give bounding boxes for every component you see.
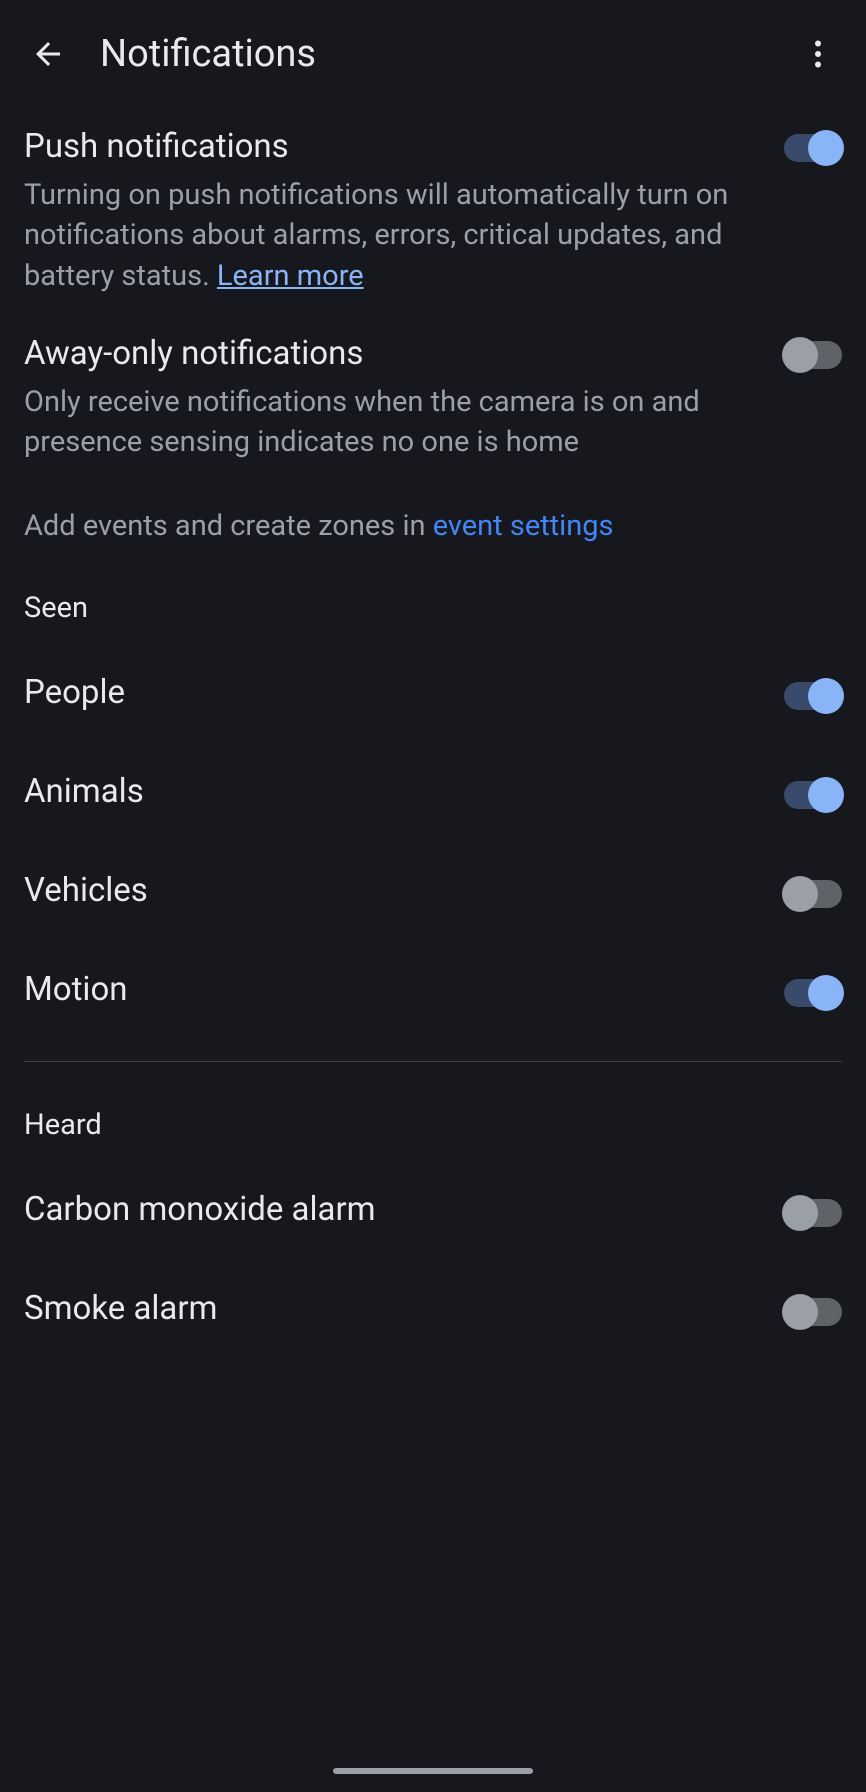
content: Push notifications Turning on push notif… bbox=[0, 108, 866, 1358]
page-title: Notifications bbox=[100, 32, 316, 76]
heard-section-header: Heard bbox=[24, 1080, 842, 1160]
people-toggle[interactable] bbox=[784, 682, 842, 710]
divider bbox=[24, 1061, 842, 1062]
vehicles-label: Vehicles bbox=[24, 871, 148, 910]
push-notifications-toggle[interactable] bbox=[784, 134, 842, 162]
learn-more-link[interactable]: Learn more bbox=[217, 259, 364, 293]
away-only-text: Away-only notifications Only receive not… bbox=[24, 333, 784, 463]
smoke-alarm-toggle[interactable] bbox=[784, 1298, 842, 1326]
away-only-description: Only receive notifications when the came… bbox=[24, 382, 764, 463]
motion-toggle[interactable] bbox=[784, 979, 842, 1007]
smoke-alarm-row: Smoke alarm bbox=[24, 1259, 842, 1358]
motion-row: Motion bbox=[24, 940, 842, 1039]
header: Notifications bbox=[0, 0, 866, 108]
away-only-setting: Away-only notifications Only receive not… bbox=[24, 315, 842, 481]
push-notifications-description-text: Turning on push notifications will autom… bbox=[24, 178, 728, 293]
event-settings-info: Add events and create zones in event set… bbox=[24, 481, 842, 563]
event-settings-link[interactable]: event settings bbox=[433, 509, 614, 543]
animals-row: Animals bbox=[24, 742, 842, 841]
vehicles-row: Vehicles bbox=[24, 841, 842, 940]
push-notifications-text: Push notifications Turning on push notif… bbox=[24, 126, 784, 297]
carbon-monoxide-toggle[interactable] bbox=[784, 1199, 842, 1227]
home-indicator[interactable] bbox=[333, 1768, 533, 1774]
push-notifications-title: Push notifications bbox=[24, 126, 764, 169]
more-vert-icon[interactable] bbox=[794, 30, 842, 78]
away-only-toggle[interactable] bbox=[784, 341, 842, 369]
push-notifications-description: Turning on push notifications will autom… bbox=[24, 175, 764, 297]
motion-label: Motion bbox=[24, 970, 128, 1009]
event-settings-info-prefix: Add events and create zones in bbox=[24, 509, 433, 543]
vehicles-toggle[interactable] bbox=[784, 880, 842, 908]
carbon-monoxide-label: Carbon monoxide alarm bbox=[24, 1190, 376, 1229]
animals-label: Animals bbox=[24, 772, 144, 811]
carbon-monoxide-row: Carbon monoxide alarm bbox=[24, 1160, 842, 1259]
smoke-alarm-label: Smoke alarm bbox=[24, 1289, 218, 1328]
away-only-title: Away-only notifications bbox=[24, 333, 764, 376]
push-notifications-setting: Push notifications Turning on push notif… bbox=[24, 108, 842, 315]
people-label: People bbox=[24, 673, 125, 712]
seen-section-header: Seen bbox=[24, 563, 842, 643]
people-row: People bbox=[24, 643, 842, 742]
back-icon[interactable] bbox=[24, 30, 72, 78]
animals-toggle[interactable] bbox=[784, 781, 842, 809]
